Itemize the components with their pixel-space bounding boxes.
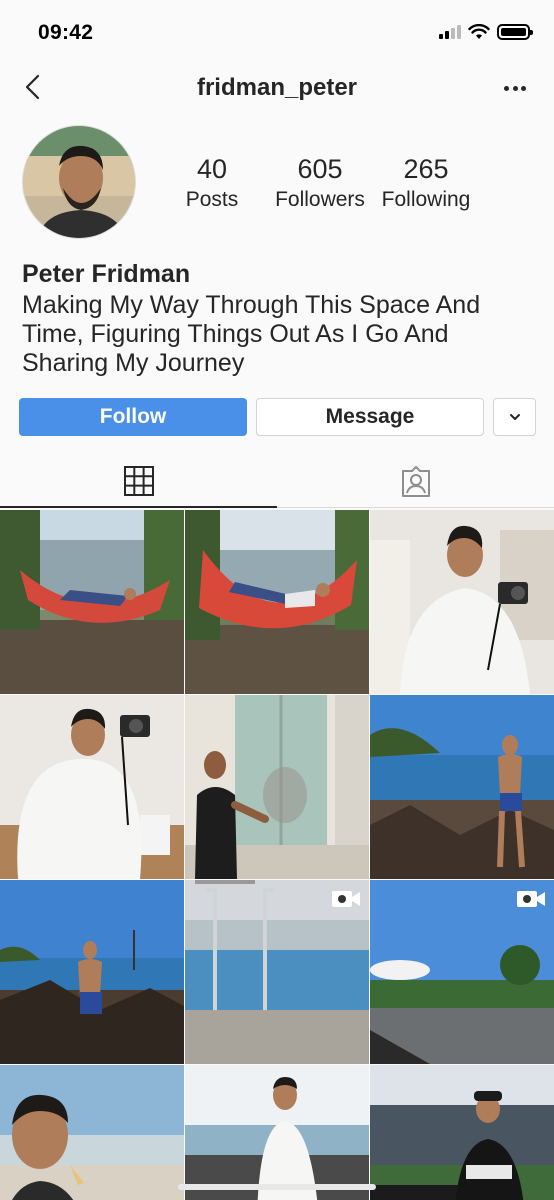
post-thumbnail[interactable] — [0, 510, 184, 694]
more-options-button[interactable] — [504, 86, 526, 92]
profile-username: fridman_peter — [196, 74, 358, 101]
status-icons — [439, 24, 533, 40]
wifi-icon — [468, 24, 490, 39]
posts-grid — [0, 510, 554, 1200]
tagged-icon — [401, 466, 430, 497]
suggested-accounts-button[interactable] — [493, 398, 536, 436]
post-thumbnail[interactable] — [185, 1065, 369, 1200]
video-icon — [517, 891, 545, 907]
profile-display-name: Peter Fridman — [22, 260, 191, 288]
status-bar: 09:42 — [0, 0, 554, 62]
battery-icon — [497, 24, 533, 40]
posts-stat[interactable]: 40 Posts — [172, 154, 252, 214]
profile-tabs — [0, 456, 554, 508]
followers-count: 605 — [297, 154, 343, 184]
posts-count: 40 — [196, 154, 228, 184]
post-thumbnail[interactable] — [370, 880, 554, 1064]
dot-icon — [521, 86, 526, 91]
cellular-signal-icon — [439, 25, 461, 39]
post-thumbnail[interactable] — [185, 880, 369, 1064]
post-thumbnail[interactable] — [370, 510, 554, 694]
post-thumbnail[interactable] — [185, 695, 369, 879]
dot-icon — [512, 86, 518, 91]
post-thumbnail[interactable] — [185, 510, 369, 694]
tab-tagged[interactable] — [277, 456, 554, 508]
grid-icon — [123, 466, 154, 496]
status-time: 09:42 — [38, 21, 94, 44]
post-thumbnail[interactable] — [0, 1065, 184, 1200]
video-icon — [332, 891, 360, 907]
nav-bar: fridman_peter — [0, 62, 554, 116]
avatar[interactable] — [22, 125, 136, 239]
tab-grid[interactable] — [0, 456, 277, 508]
posts-label: Posts — [185, 188, 239, 211]
post-thumbnail[interactable] — [370, 695, 554, 879]
followers-label: Followers — [275, 188, 365, 211]
following-stat[interactable]: 265 Following — [376, 154, 476, 214]
post-thumbnail[interactable] — [0, 880, 184, 1064]
chevron-down-icon — [509, 414, 520, 420]
profile-bio: Making My Way Through This Space And Tim… — [22, 291, 481, 377]
post-thumbnail[interactable] — [370, 1065, 554, 1200]
dot-icon — [504, 86, 509, 91]
followers-stat[interactable]: 605 Followers — [268, 154, 372, 214]
message-button[interactable]: Message — [256, 398, 484, 436]
home-indicator — [178, 1184, 376, 1190]
post-thumbnail[interactable] — [0, 695, 184, 879]
following-count: 265 — [403, 154, 449, 184]
follow-button[interactable]: Follow — [19, 398, 247, 436]
following-label: Following — [381, 188, 471, 211]
